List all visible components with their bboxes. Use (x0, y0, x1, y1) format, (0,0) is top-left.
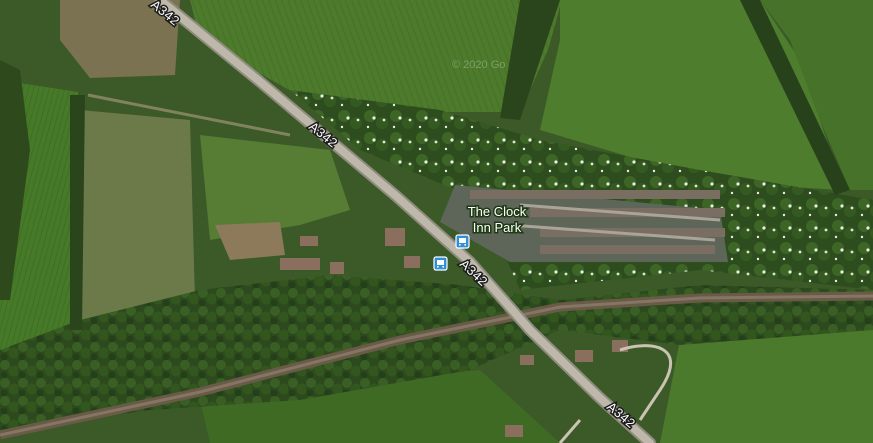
bus-stop-icon[interactable] (455, 234, 470, 249)
place-clock-inn-park[interactable]: The Clock Inn Park (466, 203, 528, 237)
place-label-line1: The Clock (468, 204, 527, 219)
satellite-map[interactable]: A342 A342 A342 A342 The Clock Inn Park ©… (0, 0, 873, 443)
field-center-left (80, 110, 195, 320)
place-label-line2: Inn Park (473, 220, 522, 235)
bus-stop-icon[interactable] (433, 256, 448, 271)
field-bottom-right (660, 330, 873, 443)
imagery-watermark: © 2020 Go (452, 59, 505, 71)
